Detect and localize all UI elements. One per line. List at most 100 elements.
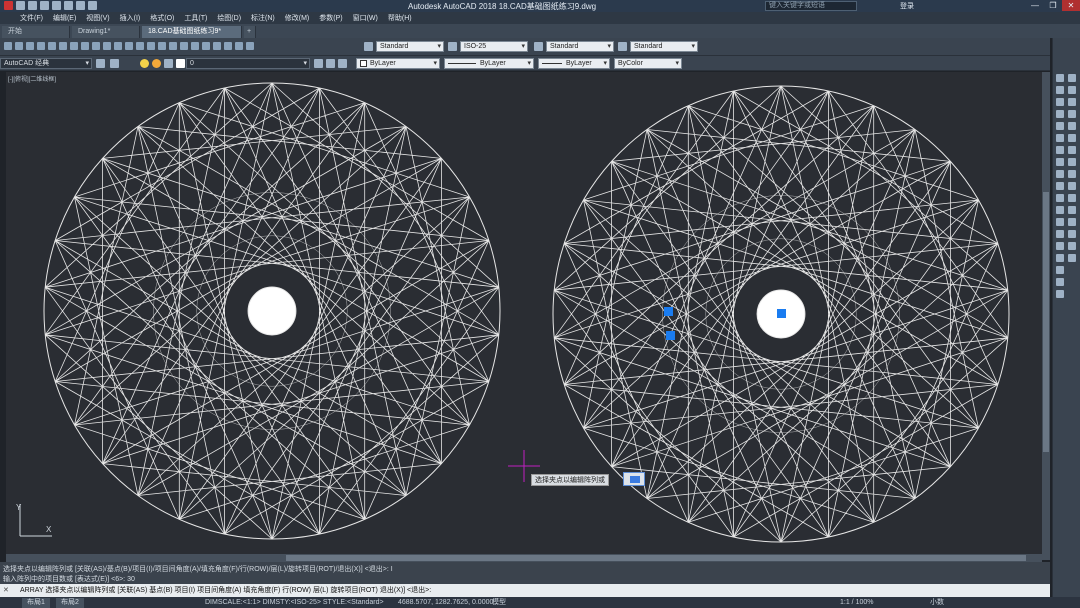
sun-freeze-icon[interactable] [152, 59, 161, 68]
construction-line-icon[interactable] [1056, 86, 1064, 94]
extend-icon[interactable] [1068, 194, 1076, 202]
quickcalc-icon[interactable] [235, 42, 243, 50]
restore-icon[interactable]: ❐ [1044, 0, 1062, 11]
print-icon[interactable] [64, 1, 73, 10]
table-style-select[interactable]: Standard [546, 41, 614, 52]
menu-view[interactable]: 视图(V) [86, 13, 109, 23]
help-icon[interactable] [246, 42, 254, 50]
rotate-icon[interactable] [1068, 146, 1076, 154]
layer-properties-icon[interactable] [110, 59, 119, 68]
stretch-icon[interactable] [1068, 170, 1076, 178]
polyline-icon[interactable] [1056, 98, 1064, 106]
vertical-scrollbar-thumb[interactable] [1043, 192, 1049, 452]
zoom-realtime-icon[interactable] [147, 42, 155, 50]
workspace-select[interactable]: AutoCAD 经典 [0, 58, 92, 69]
model-space-button[interactable]: 模型 [492, 597, 506, 608]
lightbulb-icon[interactable] [140, 59, 149, 68]
zoom-window-icon[interactable] [158, 42, 166, 50]
text-style-select[interactable]: Standard [376, 41, 444, 52]
polygon-icon[interactable] [1056, 110, 1064, 118]
menu-parametric[interactable]: 参数(P) [319, 13, 342, 23]
ellipse-icon[interactable] [1056, 182, 1064, 190]
trim-icon[interactable] [1068, 182, 1076, 190]
scale-icon[interactable] [1068, 158, 1076, 166]
fillet-icon[interactable] [1068, 242, 1076, 250]
annotation-scale[interactable]: 1:1 / 100% [840, 597, 873, 608]
vertical-scrollbar[interactable] [1042, 72, 1050, 560]
horizontal-scrollbar-thumb[interactable] [286, 555, 1026, 561]
color-select[interactable]: ByLayer [356, 58, 440, 69]
hatch-icon[interactable] [1056, 242, 1064, 250]
break-icon[interactable] [1068, 206, 1076, 214]
sheet-set-icon[interactable] [213, 42, 221, 50]
new-icon[interactable] [4, 42, 12, 50]
revcloud-icon[interactable] [1056, 158, 1064, 166]
join-icon[interactable] [1068, 218, 1076, 226]
layer-previous-icon[interactable] [326, 59, 335, 68]
table-icon[interactable] [1056, 278, 1064, 286]
tab-drawing1[interactable]: Drawing1* [72, 26, 140, 38]
tool-palettes-icon[interactable] [202, 42, 210, 50]
rectangle-icon[interactable] [1056, 122, 1064, 130]
workspace-settings-icon[interactable] [96, 59, 105, 68]
region-icon[interactable] [1056, 266, 1064, 274]
viewport-controls[interactable]: [-][俯视][二维线框] [8, 74, 56, 83]
dim-style-select[interactable]: ISO-25 [460, 41, 528, 52]
insert-block-icon[interactable] [1056, 206, 1064, 214]
design-center-icon[interactable] [191, 42, 199, 50]
mirror-icon[interactable] [1068, 98, 1076, 106]
copy-icon[interactable] [81, 42, 89, 50]
cut-icon[interactable] [70, 42, 78, 50]
command-close-icon[interactable]: ✕ [3, 584, 9, 597]
circle-icon[interactable] [1056, 146, 1064, 154]
redo-icon[interactable] [125, 42, 133, 50]
undo-icon[interactable] [76, 1, 85, 10]
make-current-layer-icon[interactable] [314, 59, 323, 68]
tab-start[interactable]: 开始 [2, 26, 70, 38]
preview-icon[interactable] [48, 42, 56, 50]
array-grip[interactable] [666, 331, 675, 340]
menu-tools[interactable]: 工具(T) [184, 13, 207, 23]
menu-file[interactable]: 文件(F) [20, 13, 43, 23]
layer-select[interactable]: 0 [186, 58, 310, 69]
plotstyle-select[interactable]: ByColor [614, 58, 682, 69]
chamfer-icon[interactable] [1068, 230, 1076, 238]
autocad-logo-icon[interactable] [4, 1, 13, 10]
zoom-previous-icon[interactable] [169, 42, 177, 50]
menu-window[interactable]: 窗口(W) [353, 13, 378, 23]
spline-icon[interactable] [1056, 170, 1064, 178]
save-as-icon[interactable] [52, 1, 61, 10]
layer-states-icon[interactable] [338, 59, 347, 68]
new-file-icon[interactable] [16, 1, 25, 10]
redo-icon[interactable] [88, 1, 97, 10]
make-block-icon[interactable] [1056, 218, 1064, 226]
line-icon[interactable] [1056, 74, 1064, 82]
mtext-icon[interactable] [1056, 290, 1064, 298]
markup-icon[interactable] [224, 42, 232, 50]
menu-draw[interactable]: 绘图(D) [217, 13, 241, 23]
menu-edit[interactable]: 编辑(E) [53, 13, 76, 23]
menu-help[interactable]: 帮助(H) [388, 13, 412, 23]
tab-layout2[interactable]: 布局2 [56, 598, 84, 608]
command-line-input[interactable]: ✕ ARRAY 选择夹点以编辑阵列或 [关联(AS) 基点(B) 项目(I) 项… [0, 584, 1050, 597]
open-icon[interactable] [15, 42, 23, 50]
lineweight-select[interactable]: ByLayer [538, 58, 610, 69]
publish-icon[interactable] [59, 42, 67, 50]
array-base-grip[interactable] [777, 309, 786, 318]
save-icon[interactable] [26, 42, 34, 50]
match-properties-icon[interactable] [103, 42, 111, 50]
units-select[interactable]: 小数 [930, 597, 944, 608]
save-icon[interactable] [40, 1, 49, 10]
multileader-style-select[interactable]: Standard [630, 41, 698, 52]
copy-object-icon[interactable] [1068, 86, 1076, 94]
lock-icon[interactable] [164, 59, 173, 68]
login-button[interactable]: 登录 [900, 1, 914, 11]
array-grip[interactable] [664, 307, 673, 316]
print-icon[interactable] [37, 42, 45, 50]
offset-icon[interactable] [1068, 110, 1076, 118]
close-icon[interactable]: ✕ [1062, 0, 1080, 11]
point-icon[interactable] [1056, 230, 1064, 238]
menu-format[interactable]: 格式(O) [150, 13, 174, 23]
array-icon[interactable] [1068, 122, 1076, 130]
horizontal-scrollbar[interactable] [6, 554, 1042, 562]
